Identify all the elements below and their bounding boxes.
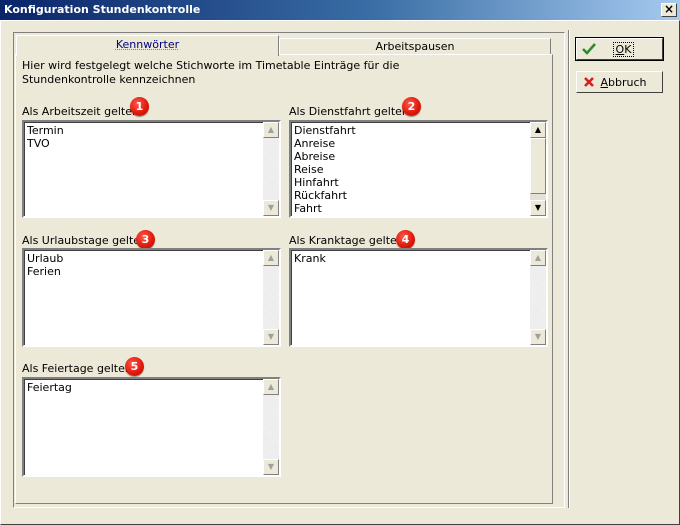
list-item[interactable]: Feiertag: [27, 381, 261, 394]
scroll-up-icon[interactable]: ▲: [263, 379, 279, 395]
list-item[interactable]: Fahrt: [294, 202, 528, 215]
callout-badge-2: 2: [402, 97, 421, 116]
tab-arbeitspausen-label: Arbeitspausen: [375, 40, 455, 53]
kranktage-listbox[interactable]: Krank ▲ ▼: [289, 248, 548, 347]
urlaubstage-label: Als Urlaubstage gelten:: [22, 234, 151, 247]
feiertage-scrollbar[interactable]: ▲ ▼: [263, 379, 279, 475]
arbeitszeit-items: Termin TVO: [27, 124, 261, 150]
feiertage-listbox[interactable]: Feiertag ▲ ▼: [22, 377, 281, 477]
arbeitszeit-listbox[interactable]: Termin TVO ▲ ▼: [22, 120, 281, 218]
ok-button[interactable]: OK: [575, 37, 664, 61]
scroll-down-icon[interactable]: ▼: [530, 200, 546, 216]
cancel-button-label: Abbruch: [597, 76, 662, 89]
description-text: Hier wird festgelegt welche Stichworte i…: [22, 59, 400, 86]
checkmark-icon: [581, 41, 597, 57]
list-item[interactable]: TVO: [27, 137, 261, 150]
window-title: Konfiguration Stundenkontrolle: [4, 3, 201, 16]
kranktage-scrollbar[interactable]: ▲ ▼: [530, 250, 546, 345]
list-item[interactable]: Rückfahrt: [294, 189, 528, 202]
urlaubstage-scrollbar[interactable]: ▲ ▼: [263, 250, 279, 345]
feiertage-label: Als Feiertage gelten:: [22, 362, 136, 375]
feiertage-items: Feiertag: [27, 381, 261, 394]
scroll-up-icon[interactable]: ▲: [263, 250, 279, 266]
scroll-thumb[interactable]: [530, 138, 546, 194]
list-item[interactable]: Ferien: [27, 265, 261, 278]
dienstfahrt-label: Als Dienstfahrt gelten:: [289, 105, 413, 118]
list-item[interactable]: Krank: [294, 252, 528, 265]
callout-badge-1: 1: [130, 97, 149, 116]
close-icon[interactable]: ×: [661, 3, 677, 17]
arbeitszeit-scrollbar[interactable]: ▲ ▼: [263, 122, 279, 216]
scroll-down-icon[interactable]: ▼: [263, 459, 279, 475]
panel-divider: [568, 30, 570, 508]
urlaubstage-listbox[interactable]: Urlaub Ferien ▲ ▼: [22, 248, 281, 347]
list-item[interactable]: Reise: [294, 163, 528, 176]
cancel-mnemonic: A: [600, 75, 609, 89]
x-icon: [581, 74, 597, 90]
callout-badge-4: 4: [396, 230, 415, 249]
scroll-up-icon[interactable]: ▲: [530, 250, 546, 266]
dienstfahrt-items: Dienstfahrt Anreise Abreise Reise Hinfahrt Rü…: [294, 124, 528, 215]
arbeitszeit-label: Als Arbeitszeit gelten:: [22, 105, 143, 118]
cancel-button[interactable]: Abbruch: [576, 71, 663, 93]
callout-badge-3: 3: [136, 230, 155, 249]
list-item[interactable]: Termin: [27, 124, 261, 137]
tab-arbeitspausen[interactable]: Arbeitspausen: [279, 38, 551, 55]
list-item[interactable]: Urlaub: [27, 252, 261, 265]
list-item[interactable]: Hinfahrt: [294, 176, 528, 189]
kranktage-items: Krank: [294, 252, 528, 265]
scroll-down-icon[interactable]: ▼: [263, 200, 279, 216]
list-item[interactable]: Dienstfahrt: [294, 124, 528, 137]
ok-rest: K: [624, 42, 632, 56]
dienstfahrt-scrollbar[interactable]: ▲ ▼: [530, 122, 546, 216]
cancel-rest: bbruch: [608, 75, 647, 89]
scroll-up-icon[interactable]: ▲: [530, 122, 546, 138]
scroll-down-icon[interactable]: ▼: [263, 329, 279, 345]
list-item[interactable]: Abreise: [294, 150, 528, 163]
list-item[interactable]: Anreise: [294, 137, 528, 150]
dienstfahrt-listbox[interactable]: Dienstfahrt Anreise Abreise Reise Hinfahrt Rü…: [289, 120, 548, 218]
window-titlebar: Konfiguration Stundenkontrolle ×: [0, 0, 680, 20]
callout-badge-5: 5: [125, 357, 144, 376]
scroll-up-icon[interactable]: ▲: [263, 122, 279, 138]
tab-kennwoerter[interactable]: Kennwörter: [16, 35, 279, 56]
tab-kennwoerter-label: Kennwörter: [115, 38, 180, 51]
ok-button-label: OK: [597, 41, 662, 57]
ok-mnemonic: O: [615, 42, 625, 56]
urlaubstage-items: Urlaub Ferien: [27, 252, 261, 278]
kranktage-label: Als Kranktage gelten:: [289, 234, 408, 247]
scroll-down-icon[interactable]: ▼: [530, 329, 546, 345]
